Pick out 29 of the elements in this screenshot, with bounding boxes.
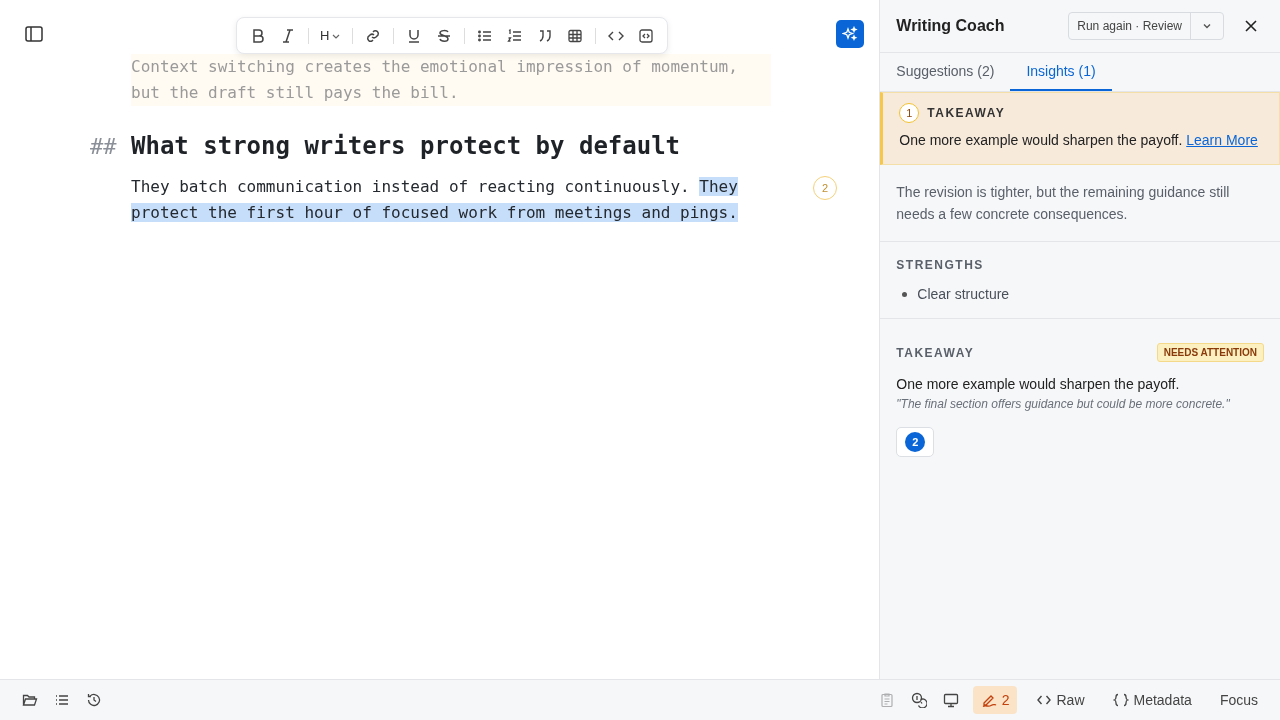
section-heading: STRENGTHS (896, 258, 985, 272)
code-icon (1037, 694, 1052, 706)
panel-title: Writing Coach (896, 17, 1006, 35)
learn-more-link[interactable]: Learn More (1186, 132, 1258, 148)
summary-text: The revision is tighter, but the remaining guidance still needs a few concrete consequences. (896, 183, 1231, 224)
faded-paragraph: Context switching creates the emotional impression of momentum, but the draft still pays the bill. (131, 54, 771, 106)
takeaway-quote: "The final section offers guidance but could be more concrete." (896, 397, 1231, 411)
paragraph: They batch communication instead of reacting continuously. They protect the first hour of focused work from meetings and pings. (131, 176, 739, 224)
heading-marker: ## (90, 134, 118, 159)
section-heading: What strong writers protect by default (131, 132, 681, 160)
takeaway-text: One more example would sharpen the payoff. (896, 376, 1181, 392)
callout-label: TAKEAWAY (927, 106, 1006, 120)
focus-button[interactable]: Focus (1211, 686, 1266, 714)
metadata-button[interactable]: Metadata (1104, 686, 1200, 714)
heading-dropdown[interactable]: H (316, 22, 346, 49)
review-button[interactable]: 2 (972, 686, 1018, 714)
sparkle-button[interactable] (836, 20, 864, 48)
section-heading: TAKEAWAY (896, 345, 975, 360)
raw-button[interactable]: Raw (1029, 686, 1093, 714)
sparkle-icon (842, 26, 858, 42)
sidebar-toggle-icon[interactable] (24, 24, 44, 44)
tab[interactable]: Suggestions (2) (880, 53, 1011, 91)
reference-button[interactable]: 2 (896, 427, 935, 457)
strength-item: Clear structure (917, 286, 1010, 302)
callout-text: One more example would sharpen the payoff. Learn More (899, 131, 1259, 150)
status-badge: NEEDS ATTENTION (1156, 343, 1264, 362)
braces-icon (1112, 693, 1129, 707)
number-marker: 1 (899, 103, 920, 123)
bullet-icon (902, 291, 908, 297)
